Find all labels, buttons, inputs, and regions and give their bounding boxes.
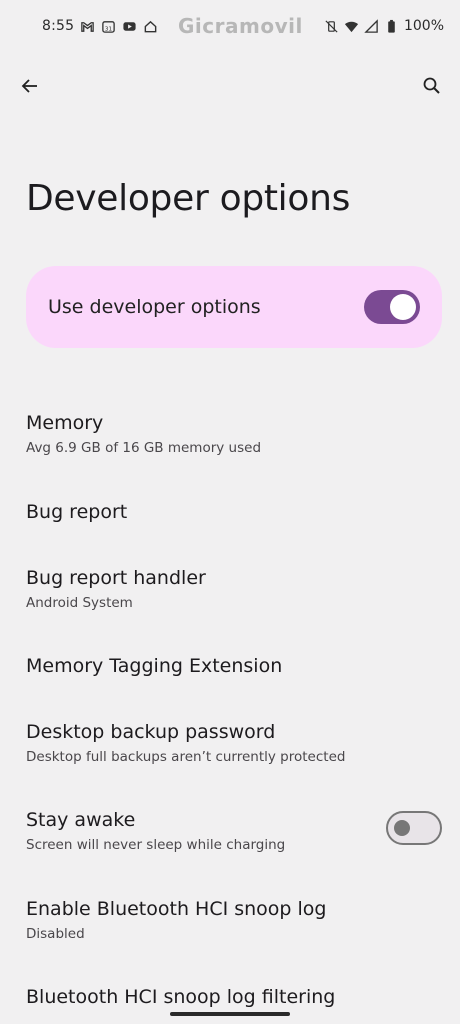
home-icon xyxy=(143,19,158,34)
signal-icon xyxy=(364,18,379,34)
gmail-icon xyxy=(80,19,95,34)
switch-thumb xyxy=(394,820,410,836)
switch-thumb xyxy=(390,294,416,320)
use-developer-options-label: Use developer options xyxy=(48,296,261,318)
list-item-desktop-backup-password[interactable]: Desktop backup password Desktop full bac… xyxy=(26,721,446,765)
item-title: Enable Bluetooth HCI snoop log xyxy=(26,898,327,920)
battery-icon xyxy=(384,19,399,34)
item-summary: Screen will never sleep while charging xyxy=(26,837,286,853)
youtube-icon xyxy=(122,19,137,34)
item-title: Bug report xyxy=(26,501,128,523)
item-summary: Disabled xyxy=(26,926,85,942)
gesture-nav-handle[interactable] xyxy=(170,1012,290,1016)
list-item-stay-awake[interactable]: Stay awake Screen will never sleep while… xyxy=(26,809,446,853)
svg-text:31: 31 xyxy=(105,26,113,32)
item-summary: Android System xyxy=(26,595,133,611)
item-title: Memory Tagging Extension xyxy=(26,655,283,677)
item-title: Desktop backup password xyxy=(26,721,276,743)
search-button[interactable] xyxy=(416,70,448,102)
use-developer-options-switch[interactable] xyxy=(364,290,420,324)
item-title: Bug report handler xyxy=(26,567,206,589)
search-icon xyxy=(423,77,440,94)
list-item-memory-tagging-extension[interactable]: Memory Tagging Extension xyxy=(26,655,446,677)
page-title: Developer options xyxy=(26,178,351,219)
status-left-group: 8:55 31 xyxy=(42,18,158,34)
status-time: 8:55 xyxy=(42,18,75,34)
watermark-text: Gicramovil xyxy=(178,14,303,38)
use-developer-options-card[interactable]: Use developer options xyxy=(26,266,442,348)
item-title: Stay awake xyxy=(26,809,136,831)
top-app-bar xyxy=(0,64,460,108)
developer-options-screen: 8:55 31 Gicramovil 100% Developer option… xyxy=(0,0,460,1024)
battery-percent: 100% xyxy=(403,18,444,34)
item-title: Bluetooth HCI snoop log filtering xyxy=(26,986,336,1008)
list-item-bluetooth-hci-snoop-log[interactable]: Enable Bluetooth HCI snoop log Disabled xyxy=(26,898,446,942)
vibrate-off-icon xyxy=(324,19,339,34)
stay-awake-switch[interactable] xyxy=(386,811,442,845)
arrow-back-icon xyxy=(21,79,37,93)
wifi-icon xyxy=(344,19,359,34)
item-summary: Desktop full backups aren’t currently pr… xyxy=(26,749,346,765)
list-item-bug-report[interactable]: Bug report xyxy=(26,501,446,523)
status-bar: 8:55 31 Gicramovil 100% xyxy=(0,0,460,56)
item-summary: Avg 6.9 GB of 16 GB memory used xyxy=(26,440,262,456)
status-right-group: 100% xyxy=(324,18,444,34)
list-item-bluetooth-hci-snoop-log-filtering[interactable]: Bluetooth HCI snoop log filtering xyxy=(26,986,446,1008)
list-item-memory[interactable]: Memory Avg 6.9 GB of 16 GB memory used xyxy=(26,412,446,456)
calendar-icon: 31 xyxy=(101,19,116,34)
list-item-bug-report-handler[interactable]: Bug report handler Android System xyxy=(26,567,446,611)
back-button[interactable] xyxy=(14,70,46,102)
item-title: Memory xyxy=(26,412,104,434)
